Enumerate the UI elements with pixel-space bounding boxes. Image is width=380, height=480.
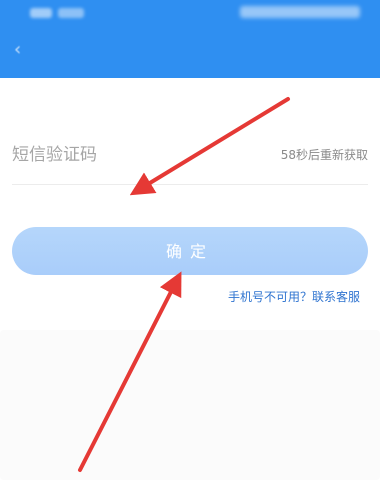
status-info-blurred: [58, 8, 84, 18]
status-time-blurred: [30, 8, 52, 18]
status-bar: [0, 0, 380, 28]
sms-code-input[interactable]: [12, 140, 252, 170]
status-icons-blurred: [240, 6, 360, 18]
chevron-left-icon[interactable]: ‹: [14, 40, 30, 60]
sms-code-row: 58秒后重新获取: [0, 132, 380, 186]
empty-area: [0, 330, 380, 480]
top-header: ‹: [0, 0, 380, 78]
confirm-button[interactable]: 确定: [12, 227, 368, 275]
phone-number-row: [14, 86, 366, 110]
contact-support-link[interactable]: 手机号不可用？联系客服: [228, 288, 360, 305]
resend-countdown: 58秒后重新获取: [280, 148, 368, 162]
input-divider: [12, 184, 368, 185]
verify-phone-page: ‹ 58秒后重新获取 确定 手机号不可用？联系客服: [0, 0, 380, 480]
